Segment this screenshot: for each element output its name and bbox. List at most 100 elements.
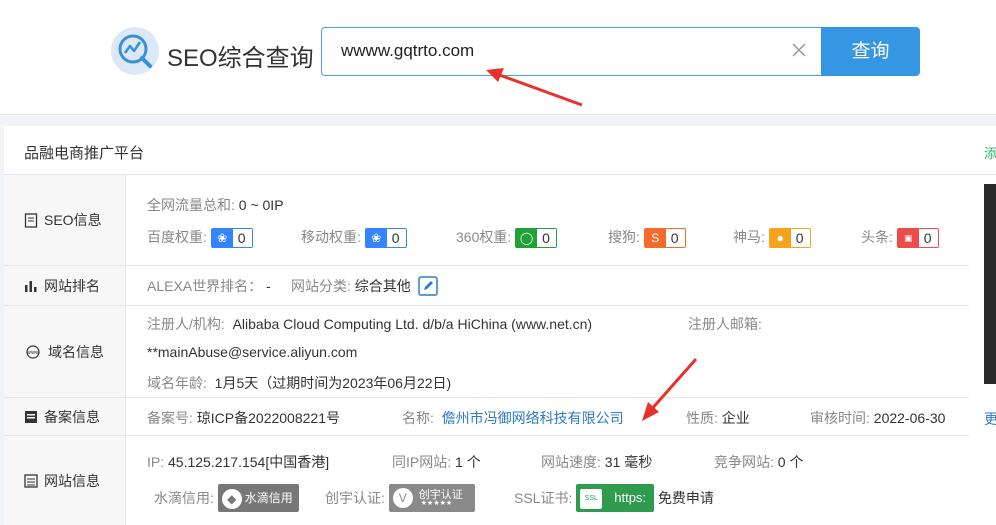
weight-badge[interactable]: ◯ 0 xyxy=(515,228,557,249)
shenma-icon: ● xyxy=(769,229,791,248)
icp-date-label: 审核时间: xyxy=(810,410,870,426)
site-rank-label: 网站排名 xyxy=(44,277,100,294)
registrant-label: 注册人/机构: xyxy=(147,316,225,332)
icp-number-label: 备案号: xyxy=(147,410,193,426)
seo-result-panel: 品融电商推广平台 添 SEO信息 全网流量总和: 0 ~ 0IP 百度权重: ❀… xyxy=(4,126,996,525)
weight-value: 0 xyxy=(232,229,252,248)
weight-mobile[interactable]: 移动权重: ❀ 0 xyxy=(301,227,407,249)
weight-baidu[interactable]: 百度权重: ❀ 0 xyxy=(147,227,253,249)
ssl-free-apply-link[interactable]: 免费申请 xyxy=(658,490,714,506)
row-label: 网站排名 xyxy=(4,266,126,305)
chuangyu-cert: 创宇认证: V 创宇认证 ★★★★★ xyxy=(325,484,475,512)
domain-info-label: 域名信息 xyxy=(48,343,104,360)
site-category: 网站分类: 综合其他 xyxy=(291,276,438,299)
icp-name: 名称: 儋州市冯御网络科技有限公司 xyxy=(402,408,624,428)
competing-sites: 竞争网站: 0 个 xyxy=(714,452,803,472)
shuidi-label: 水滴信用: xyxy=(154,490,214,506)
age-value: 1月5天（过期时间为2023年06月22日) xyxy=(214,375,452,391)
ip-label: IP: xyxy=(147,454,165,470)
traffic-label: 全网流量总和: xyxy=(147,197,235,213)
speed-label: 网站速度: xyxy=(541,454,601,470)
edit-icon[interactable] xyxy=(417,276,438,299)
shuidi-badge[interactable]: ◆ 水滴信用 xyxy=(217,484,299,512)
panel-title: 品融电商推广平台 xyxy=(24,145,145,162)
arrow-annotation-icon xyxy=(486,68,583,107)
arrow-annotation-icon xyxy=(642,358,698,421)
icp-date: 审核时间: 2022-06-30 xyxy=(810,408,945,428)
chuangyu-stars: ★★★★★ xyxy=(420,500,453,507)
weight-sogou[interactable]: 搜狗: S0 xyxy=(608,227,686,249)
alexa-label: ALEXA世界排名： xyxy=(147,278,263,294)
search-button[interactable]: 查询 xyxy=(821,27,920,76)
row-label: 网站信息 xyxy=(4,436,126,525)
weight-value: 0 xyxy=(537,229,556,248)
domain-age: 域名年龄: 1月5天（过期时间为2023年06月22日) xyxy=(147,373,451,393)
clear-icon[interactable] xyxy=(789,40,809,60)
same-ip: 同IP网站: 1 个 xyxy=(392,452,481,472)
icp-info-row: 备案信息 备案号: 琼ICP备2022008221号 名称: 儋州市冯御网络科技… xyxy=(4,398,969,436)
v-shield-icon: V xyxy=(392,488,413,508)
icp-type-value: 企业 xyxy=(721,410,750,426)
water-drop-icon: ◆ xyxy=(221,488,242,509)
weight-badge[interactable]: ▣ 0 xyxy=(896,228,939,249)
registrant: 注册人/机构: Alibaba Cloud Computing Ltd. d/b… xyxy=(147,314,592,334)
seo-info-label: SEO信息 xyxy=(44,212,102,228)
registrant-email-label: 注册人邮箱: xyxy=(688,316,762,332)
weight-label: 百度权重: xyxy=(147,229,207,245)
category-label: 网站分类: xyxy=(291,278,351,295)
compete-value: 0 个 xyxy=(777,454,804,470)
add-link[interactable]: 添 xyxy=(984,143,996,162)
ssl-shield-icon: SSL xyxy=(580,488,603,509)
weight-value: 0 xyxy=(386,229,406,248)
age-label: 域名年龄: xyxy=(147,375,207,391)
bar-chart-icon xyxy=(25,280,37,292)
shuidi-badge-text: 水滴信用 xyxy=(244,491,293,505)
registrant-email-value: **mainAbuse@service.aliyun.com xyxy=(147,344,357,360)
weight-toutiao[interactable]: 头条: ▣ 0 xyxy=(861,227,939,249)
side-banner-image[interactable] xyxy=(984,184,996,384)
more-link[interactable]: 更 xyxy=(984,409,996,429)
icp-name-label: 名称: xyxy=(402,410,434,426)
sameip-label: 同IP网站: xyxy=(392,454,452,470)
weight-label: 搜狗: xyxy=(608,229,640,245)
weight-360[interactable]: 360权重: ◯ 0 xyxy=(456,227,557,249)
site-info-label: 网站信息 xyxy=(44,473,100,489)
site-speed: 网站速度: 31 毫秒 xyxy=(541,452,652,472)
domain-info-row: www 域名信息 注册人/机构: Alibaba Cloud Computing… xyxy=(4,306,969,398)
alexa-value: - xyxy=(266,278,271,294)
weight-badge[interactable]: ❀ 0 xyxy=(210,228,253,249)
logo-title: SEO综合查询 xyxy=(167,45,314,72)
email-value: **mainAbuse@service.aliyun.com xyxy=(147,344,358,360)
sogou-icon: S xyxy=(644,229,666,248)
chuangyu-label: 创宇认证: xyxy=(325,490,385,506)
ssl-cert: SSL证书: SSL https: 免费申请 xyxy=(514,484,714,512)
weight-value: 0 xyxy=(665,229,685,248)
weight-value: 0 xyxy=(790,229,810,248)
chuangyu-badge[interactable]: V 创宇认证 ★★★★★ xyxy=(388,484,475,512)
alexa-rank: ALEXA世界排名： - xyxy=(147,276,271,296)
search-input-value: wwww.gqtrto.com xyxy=(341,41,475,60)
icp-company-link[interactable]: 儋州市冯御网络科技有限公司 xyxy=(442,410,624,426)
ip-value: 45.125.217.154[中国香港] xyxy=(168,454,330,470)
row-label: www 域名信息 xyxy=(4,306,126,397)
ssl-label: SSL证书: xyxy=(514,490,573,506)
weight-badge[interactable]: ● 0 xyxy=(768,228,811,249)
traffic-value: 0 ~ 0IP xyxy=(238,197,284,213)
toutiao-icon: ▣ xyxy=(897,229,919,248)
row-label: SEO信息 xyxy=(4,175,126,265)
weight-value: 0 xyxy=(918,229,938,248)
svg-text:www: www xyxy=(27,350,39,356)
icp-info-label: 备案信息 xyxy=(44,408,100,425)
mobile-paw-icon: ❀ xyxy=(365,229,387,248)
weight-shenma[interactable]: 神马: ● 0 xyxy=(733,227,811,249)
ssl-badge[interactable]: SSL https: xyxy=(576,484,655,512)
site-rank-row: 网站排名 ALEXA世界排名： - 网站分类: 综合其他 xyxy=(4,266,969,306)
weight-badge[interactable]: ❀ 0 xyxy=(364,228,407,249)
baidu-paw-icon: ❀ xyxy=(211,229,233,248)
www-icon: www xyxy=(26,344,40,359)
weight-label: 神马: xyxy=(733,229,765,245)
weight-badge[interactable]: S0 xyxy=(643,228,686,249)
info-table: SEO信息 全网流量总和: 0 ~ 0IP 百度权重: ❀ 0 移动权重: ❀ 0 … xyxy=(4,174,996,525)
ssl-badge-text: https: xyxy=(614,490,647,505)
list-icon xyxy=(24,474,38,488)
